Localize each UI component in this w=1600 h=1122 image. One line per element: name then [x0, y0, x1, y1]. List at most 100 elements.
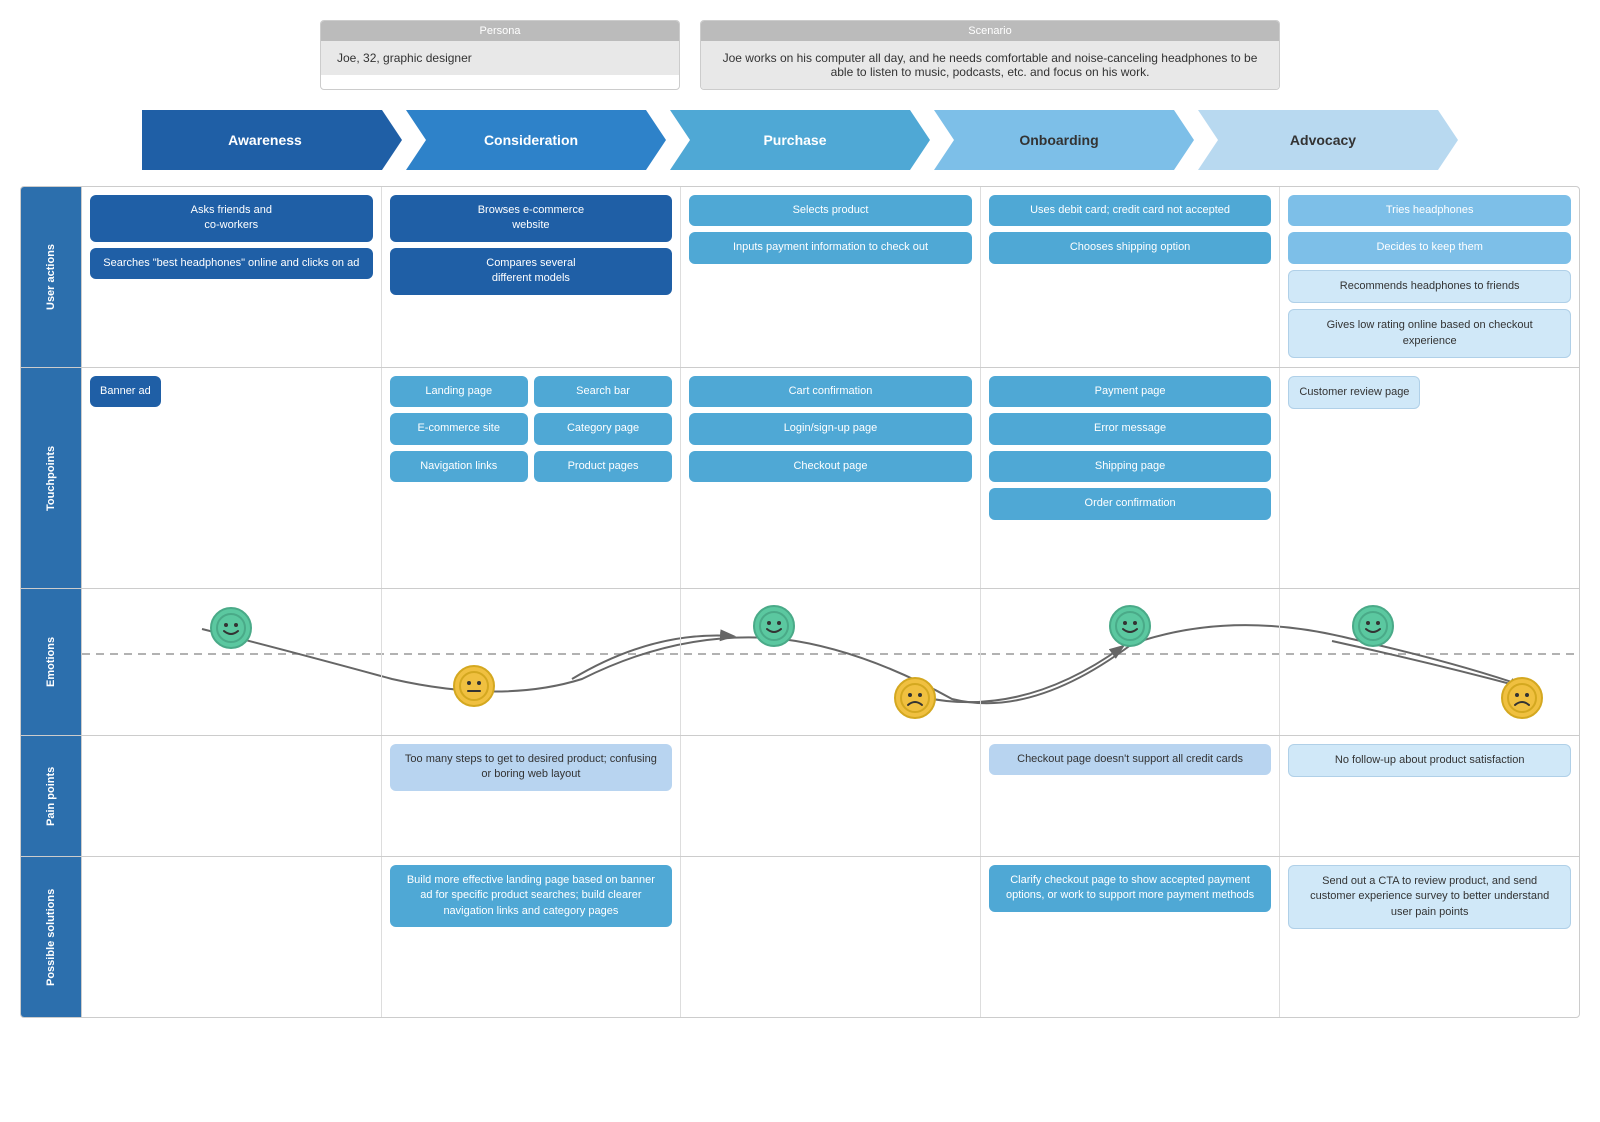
pp-cell-4: Checkout page doesn't support all credit…: [981, 736, 1281, 856]
ua-card-asks-friends: Asks friends andco-workers: [90, 195, 373, 242]
user-actions-content: Asks friends andco-workers Searches "bes…: [81, 187, 1579, 367]
ua-card-tries: Tries headphones: [1288, 195, 1571, 226]
emotion-happy-1: [210, 607, 252, 649]
ua-card-searches: Searches "best headphones" online and cl…: [90, 248, 373, 279]
scenario-body: Joe works on his computer all day, and h…: [701, 41, 1279, 89]
tp-cell-consideration: Landing page Search bar E-commerce site …: [382, 368, 682, 588]
ua-consideration-cards: Browses e-commercewebsite Compares sever…: [390, 195, 673, 295]
ua-card-low-rating: Gives low rating online based on checkou…: [1288, 309, 1571, 358]
phase-advocacy: Advocacy: [1198, 110, 1458, 170]
tp-payment-page: Payment page: [989, 376, 1272, 407]
canvas: Persona Joe, 32, graphic designer Scenar…: [0, 0, 1600, 1122]
tp-product-pages: Product pages: [534, 451, 672, 482]
ua-cell-advocacy: Tries headphones Decides to keep them Re…: [1280, 187, 1579, 367]
top-section: Persona Joe, 32, graphic designer Scenar…: [20, 20, 1580, 90]
ua-card-keeps: Decides to keep them: [1288, 232, 1571, 263]
tp-order-confirm: Order confirmation: [989, 488, 1272, 519]
ua-cell-purchase: Selects product Inputs payment informati…: [681, 187, 981, 367]
touchpoints-label: Touchpoints: [21, 368, 81, 588]
ua-purchase-cards: Selects product Inputs payment informati…: [689, 195, 972, 264]
emotion-neutral-1: [453, 665, 495, 707]
emotion-sad-1: [894, 677, 936, 719]
pain-points-label: Pain points: [21, 736, 81, 856]
emotion-happy-3: [1109, 605, 1151, 647]
sol-cell-1: [82, 857, 382, 1017]
emotion-sad-2: [1501, 677, 1543, 719]
user-actions-row: User actions Asks friends andco-workers …: [21, 187, 1579, 368]
pain-points-content: Too many steps to get to desired product…: [81, 736, 1579, 856]
tp-cell-purchase: Cart confirmation Login/sign-up page Che…: [681, 368, 981, 588]
touchpoints-row: Touchpoints Banner ad Landing page Searc…: [21, 368, 1579, 589]
persona-header: Persona: [321, 21, 679, 41]
scenario-header: Scenario: [701, 21, 1279, 41]
sol-cell-4: Clarify checkout page to show accepted p…: [981, 857, 1281, 1017]
tp-cell-advocacy: Customer review page: [1280, 368, 1579, 588]
ua-card-selects: Selects product: [689, 195, 972, 226]
pp-cell-5: No follow-up about product satisfaction: [1280, 736, 1579, 856]
ua-card-inputs-payment: Inputs payment information to check out: [689, 232, 972, 263]
phase-onboarding: Onboarding: [934, 110, 1194, 170]
tp-cell-awareness: Banner ad: [82, 368, 382, 588]
solutions-label: Possible solutions: [21, 857, 81, 1017]
tp-ecommerce-site: E-commerce site: [390, 413, 528, 444]
tp-shipping-page: Shipping page: [989, 451, 1272, 482]
phase-consideration: Consideration: [406, 110, 666, 170]
sol-card-payment: Clarify checkout page to show accepted p…: [989, 865, 1272, 912]
pp-card-steps: Too many steps to get to desired product…: [390, 744, 673, 791]
ua-cell-onboarding: Uses debit card; credit card not accepte…: [981, 187, 1281, 367]
tp-search-bar: Search bar: [534, 376, 672, 407]
emotions-row: Emotions: [21, 589, 1579, 736]
tp-error-message: Error message: [989, 413, 1272, 444]
ua-card-debit: Uses debit card; credit card not accepte…: [989, 195, 1272, 226]
tp-cell-onboarding: Payment page Error message Shipping page…: [981, 368, 1281, 588]
emotion-happy-2: [753, 605, 795, 647]
persona-body: Joe, 32, graphic designer: [321, 41, 679, 75]
ua-awareness-cards: Asks friends andco-workers Searches "bes…: [90, 195, 373, 279]
em-cell-3: [681, 589, 981, 735]
sol-cell-5: Send out a CTA to review product, and se…: [1280, 857, 1579, 1017]
pp-cell-2: Too many steps to get to desired product…: [382, 736, 682, 856]
tp-category-page: Category page: [534, 413, 672, 444]
ua-onboarding-cards: Uses debit card; credit card not accepte…: [989, 195, 1272, 264]
tp-cart-confirm: Cart confirmation: [689, 376, 972, 407]
user-actions-label: User actions: [21, 187, 81, 367]
ua-card-shipping: Chooses shipping option: [989, 232, 1272, 263]
pp-card-followup: No follow-up about product satisfaction: [1288, 744, 1571, 777]
ua-advocacy-cards: Tries headphones Decides to keep them Re…: [1288, 195, 1571, 358]
ua-cell-consideration: Browses e-commercewebsite Compares sever…: [382, 187, 682, 367]
tp-banner-ad: Banner ad: [90, 376, 161, 407]
ua-card-browses: Browses e-commercewebsite: [390, 195, 673, 242]
tp-review-page: Customer review page: [1288, 376, 1420, 409]
tp-checkout: Checkout page: [689, 451, 972, 482]
emotions-label: Emotions: [21, 589, 81, 735]
emotions-content: [81, 589, 1579, 735]
tp-landing-page: Landing page: [390, 376, 528, 407]
pp-cell-1: [82, 736, 382, 856]
solutions-content: Build more effective landing page based …: [81, 857, 1579, 1017]
solutions-row: Possible solutions Build more effective …: [21, 857, 1579, 1017]
touchpoints-content: Banner ad Landing page Search bar E-comm…: [81, 368, 1579, 588]
tp-login-signup: Login/sign-up page: [689, 413, 972, 444]
sol-cell-3: [681, 857, 981, 1017]
em-cell-1: [82, 589, 382, 735]
em-cell-5: [1280, 589, 1579, 735]
phase-purchase: Purchase: [670, 110, 930, 170]
pain-points-row: Pain points Too many steps to get to des…: [21, 736, 1579, 857]
sol-card-cta: Send out a CTA to review product, and se…: [1288, 865, 1571, 929]
ua-cell-awareness: Asks friends andco-workers Searches "bes…: [82, 187, 382, 367]
em-cell-2: [382, 589, 682, 735]
ua-card-compares: Compares severaldifferent models: [390, 248, 673, 295]
sol-card-landing: Build more effective landing page based …: [390, 865, 673, 927]
pp-card-checkout: Checkout page doesn't support all credit…: [989, 744, 1272, 775]
emotion-happy-4: [1352, 605, 1394, 647]
pp-cell-3: [681, 736, 981, 856]
phase-awareness: Awareness: [142, 110, 402, 170]
phases-row: Awareness Consideration Purchase Onboard…: [20, 110, 1580, 170]
sol-cell-2: Build more effective landing page based …: [382, 857, 682, 1017]
ua-card-recommends: Recommends headphones to friends: [1288, 270, 1571, 303]
tp-nav-links: Navigation links: [390, 451, 528, 482]
em-cell-4: [981, 589, 1281, 735]
scenario-box: Scenario Joe works on his computer all d…: [700, 20, 1280, 90]
main-grid: User actions Asks friends andco-workers …: [20, 186, 1580, 1018]
persona-box: Persona Joe, 32, graphic designer: [320, 20, 680, 90]
